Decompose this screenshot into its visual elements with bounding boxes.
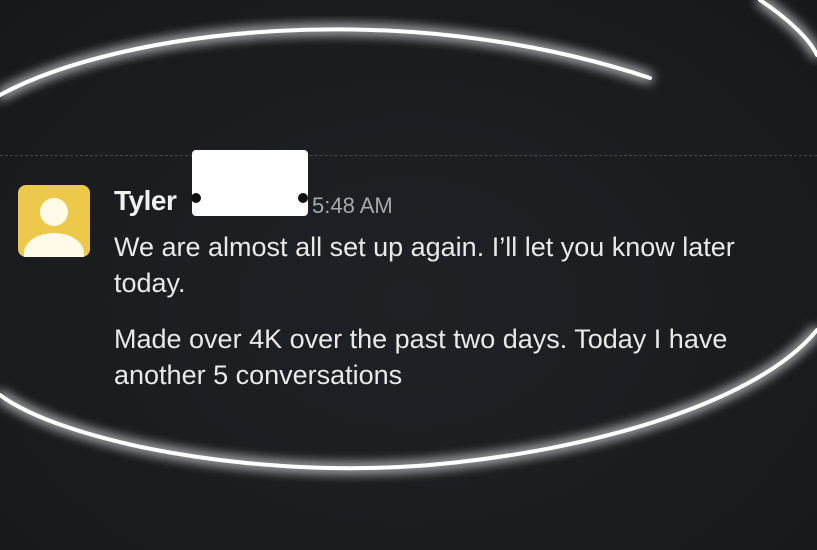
- avatar-head: [40, 198, 68, 226]
- message-paragraph-2: Made over 4K over the past two days. Tod…: [114, 324, 728, 390]
- screenshot-scene: Tyler 5:48 AM We are almost all set up a…: [0, 0, 817, 550]
- date-divider: [0, 155, 817, 156]
- redaction-dot-right: [298, 193, 308, 203]
- message-body: Tyler 5:48 AM We are almost all set up a…: [114, 150, 794, 393]
- redaction-sticker: [192, 150, 308, 216]
- message-timestamp[interactable]: 5:48 AM: [312, 193, 393, 219]
- message-header: Tyler 5:48 AM: [114, 150, 794, 221]
- user-avatar-icon[interactable]: [18, 185, 90, 257]
- message-paragraph-1: We are almost all set up again. I’ll let…: [114, 232, 735, 298]
- sender-name[interactable]: Tyler: [114, 185, 177, 217]
- redaction-dot-left: [191, 193, 201, 203]
- avatar-shoulders: [24, 233, 84, 257]
